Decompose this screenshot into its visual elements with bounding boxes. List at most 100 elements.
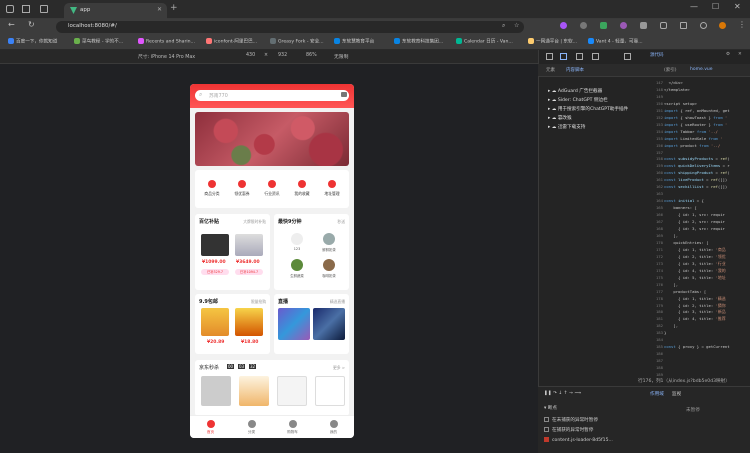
close-window-icon[interactable]: ✕ — [734, 2, 741, 11]
device-height[interactable]: 932 — [278, 53, 287, 58]
breakpoints-header[interactable]: ▾ 断点 — [544, 405, 557, 411]
tree-item-chatgpt-helper[interactable]: ▸ ☁ 用于搜索引擎的ChatGPT助手插件 — [548, 106, 628, 112]
jd-seckill-more[interactable]: 更多 > — [333, 365, 345, 371]
product-image[interactable] — [235, 234, 263, 256]
camera-icon[interactable] — [341, 92, 347, 97]
quick-favorites[interactable]: 我的收藏 — [289, 180, 315, 197]
devtools-close-icon[interactable]: ✕ — [738, 52, 742, 57]
tab-content-scripts[interactable]: 内容脚本 — [566, 67, 584, 73]
product-image[interactable] — [277, 376, 307, 406]
file-tab-index[interactable]: (索引) — [664, 67, 677, 73]
extension-1-icon[interactable] — [560, 22, 567, 29]
bp-uncaught-checkbox[interactable]: 在未捕获的异常时暂停 — [544, 417, 598, 423]
minimize-icon[interactable]: — — [690, 2, 698, 11]
bookmark-neusoft-edu[interactable]: 东软教育科技集团... — [394, 38, 443, 45]
product-image[interactable] — [201, 234, 229, 256]
sidebar-icon[interactable] — [660, 22, 667, 29]
live-more[interactable]: 精选直播 — [330, 299, 345, 305]
bookmark-calendar[interactable]: Calendar 日历 - Van... — [456, 38, 513, 45]
back-icon[interactable]: ← — [8, 20, 15, 29]
bookmark-ywt[interactable]: 一网通平台 | 东软... — [528, 38, 577, 45]
ninenine-more[interactable]: 限量抢购 — [251, 299, 266, 305]
seckill-item[interactable]: 123 — [282, 233, 312, 251]
tree-item-tampermonkey[interactable]: ▸ ☁ 篡改猴 — [548, 115, 572, 121]
search-input[interactable]: ⌕ 苏南770 — [195, 90, 349, 101]
bookmark-iconfont[interactable]: iconfont-阿里巴巴... — [206, 38, 257, 45]
quick-coupon[interactable]: 领优惠券 — [229, 180, 255, 197]
throttle-select[interactable]: 无限制 — [334, 53, 348, 60]
tree-item-sider[interactable]: ▸ ☁ Sider: ChatGPT 侧边栏 — [548, 97, 608, 103]
tab-mine[interactable]: 我的 — [313, 420, 354, 435]
tab-home[interactable]: 首页 — [190, 420, 231, 435]
tab-category[interactable]: 分类 — [231, 420, 272, 435]
workspaces-icon[interactable] — [22, 5, 30, 13]
seckill-item[interactable]: 咖啡奶茶 — [314, 259, 344, 278]
bookmark-recents[interactable]: Recents and Sharin... — [138, 38, 195, 45]
inspect-icon[interactable] — [546, 53, 553, 60]
product-image[interactable] — [235, 308, 263, 336]
collections-icon[interactable] — [680, 22, 687, 29]
jd-seckill-card[interactable]: 京东秒杀 00 03 32 更多 > — [195, 360, 349, 416]
tab-watch[interactable]: 监视 — [672, 391, 681, 397]
ninenine-card[interactable]: 9.9包邮 限量抢购 ¥20.89 ¥18.80 — [195, 294, 270, 354]
product-image[interactable] — [201, 376, 231, 406]
device-select[interactable]: 尺寸: iPhone 14 Pro Max — [138, 53, 195, 60]
url-bar[interactable]: localhost:8080/#/ — [56, 21, 524, 33]
tab-scope[interactable]: 作用域 — [650, 391, 664, 397]
product-image[interactable] — [239, 376, 269, 406]
elements-panel-icon[interactable] — [576, 53, 583, 60]
extensions-icon[interactable] — [640, 22, 647, 29]
subsidy-card[interactable]: 百亿补贴 大牌限时补贴 ¥1099.00 ¥3649.00 已补329.7 已补… — [195, 214, 270, 290]
file-tab-home-vue[interactable]: home.vue — [690, 67, 712, 72]
bookmark-star-icon[interactable]: ☆ — [514, 22, 519, 29]
live-thumbnail[interactable] — [278, 308, 310, 340]
live-thumbnail[interactable] — [313, 308, 345, 340]
banner-image[interactable] — [195, 112, 349, 166]
quick-category[interactable]: 商品分类 — [199, 180, 225, 197]
reload-icon[interactable]: ↻ — [28, 20, 35, 29]
device-width[interactable]: 430 — [246, 53, 255, 58]
seckill-item[interactable]: 生鲜蔬菜 — [282, 259, 312, 278]
close-tab-icon[interactable]: ✕ — [157, 6, 162, 13]
tree-item-adguard[interactable]: ▸ ☁ AdGuard 广告拦截器 — [548, 88, 602, 94]
tab-cart[interactable]: 购物车 — [272, 420, 313, 435]
console-icon[interactable] — [592, 53, 599, 60]
device-mode-icon[interactable] — [560, 53, 567, 60]
tree-item-xunlei[interactable]: ▸ ☁ 迅雷下载支持 — [548, 124, 585, 130]
tab-dom[interactable]: 元素 — [546, 67, 555, 73]
extension-2-icon[interactable] — [580, 22, 587, 29]
bp-caught-checkbox[interactable]: 在捕获的异常时暂停 — [544, 427, 593, 433]
seckill-card[interactable]: 最快9分钟 秒送 123 鲜鲜奶茶 生鲜蔬菜 咖啡奶茶 — [274, 214, 349, 290]
seckill-item[interactable]: 鲜鲜奶茶 — [314, 233, 344, 252]
maximize-icon[interactable]: ☐ — [712, 2, 719, 11]
bookmark-baidu[interactable]: 百度一下，你就知道 — [8, 38, 57, 45]
zoom-icon[interactable]: ⌕ — [502, 22, 505, 30]
product-image[interactable] — [315, 376, 345, 406]
extension-3-icon[interactable] — [600, 22, 607, 29]
sources-tab[interactable]: 源代码 — [650, 52, 664, 58]
zoom-select[interactable]: 86% — [306, 53, 317, 58]
profile-icon[interactable] — [6, 5, 14, 13]
bookmark-vant[interactable]: Vant 4 - 轻量、可靠... — [588, 38, 643, 45]
seckill-more[interactable]: 秒送 — [337, 219, 345, 225]
menu-icon[interactable]: ⋮ — [738, 20, 746, 29]
network-icon[interactable] — [624, 53, 631, 60]
pause-icon[interactable]: ❚❚ ↷ ↓ ↑ → ⟿ — [544, 391, 581, 396]
quick-news[interactable]: 行业资讯 — [259, 180, 285, 197]
bookmark-neusoft[interactable]: 东软慧教育平台 — [334, 38, 374, 45]
extension-4-icon[interactable] — [620, 22, 627, 29]
bookmark-runoob[interactable]: 菜鸟教程 - 学的不... — [74, 38, 123, 45]
product-image[interactable] — [201, 308, 229, 336]
subsidy-more[interactable]: 大牌限时补贴 — [243, 219, 266, 225]
avatar[interactable] — [719, 22, 726, 29]
devtools-settings-icon[interactable]: ⚙ — [726, 52, 730, 57]
code-editor[interactable]: </div> </template> <script setup> import… — [664, 80, 750, 380]
browser-tab-app[interactable]: app ✕ — [64, 3, 167, 19]
quick-address[interactable]: 地址管理 — [319, 180, 345, 197]
new-tab-icon[interactable]: + — [170, 3, 178, 13]
download-icon[interactable] — [700, 22, 707, 29]
live-card[interactable]: 直播 精选直播 — [274, 294, 349, 354]
tab-actions-icon[interactable] — [40, 5, 48, 13]
bp-content-script[interactable]: content.js-loader-8d5f15... — [544, 437, 613, 443]
bookmark-greasyfork[interactable]: Greasy Fork - 安全... — [270, 38, 324, 45]
